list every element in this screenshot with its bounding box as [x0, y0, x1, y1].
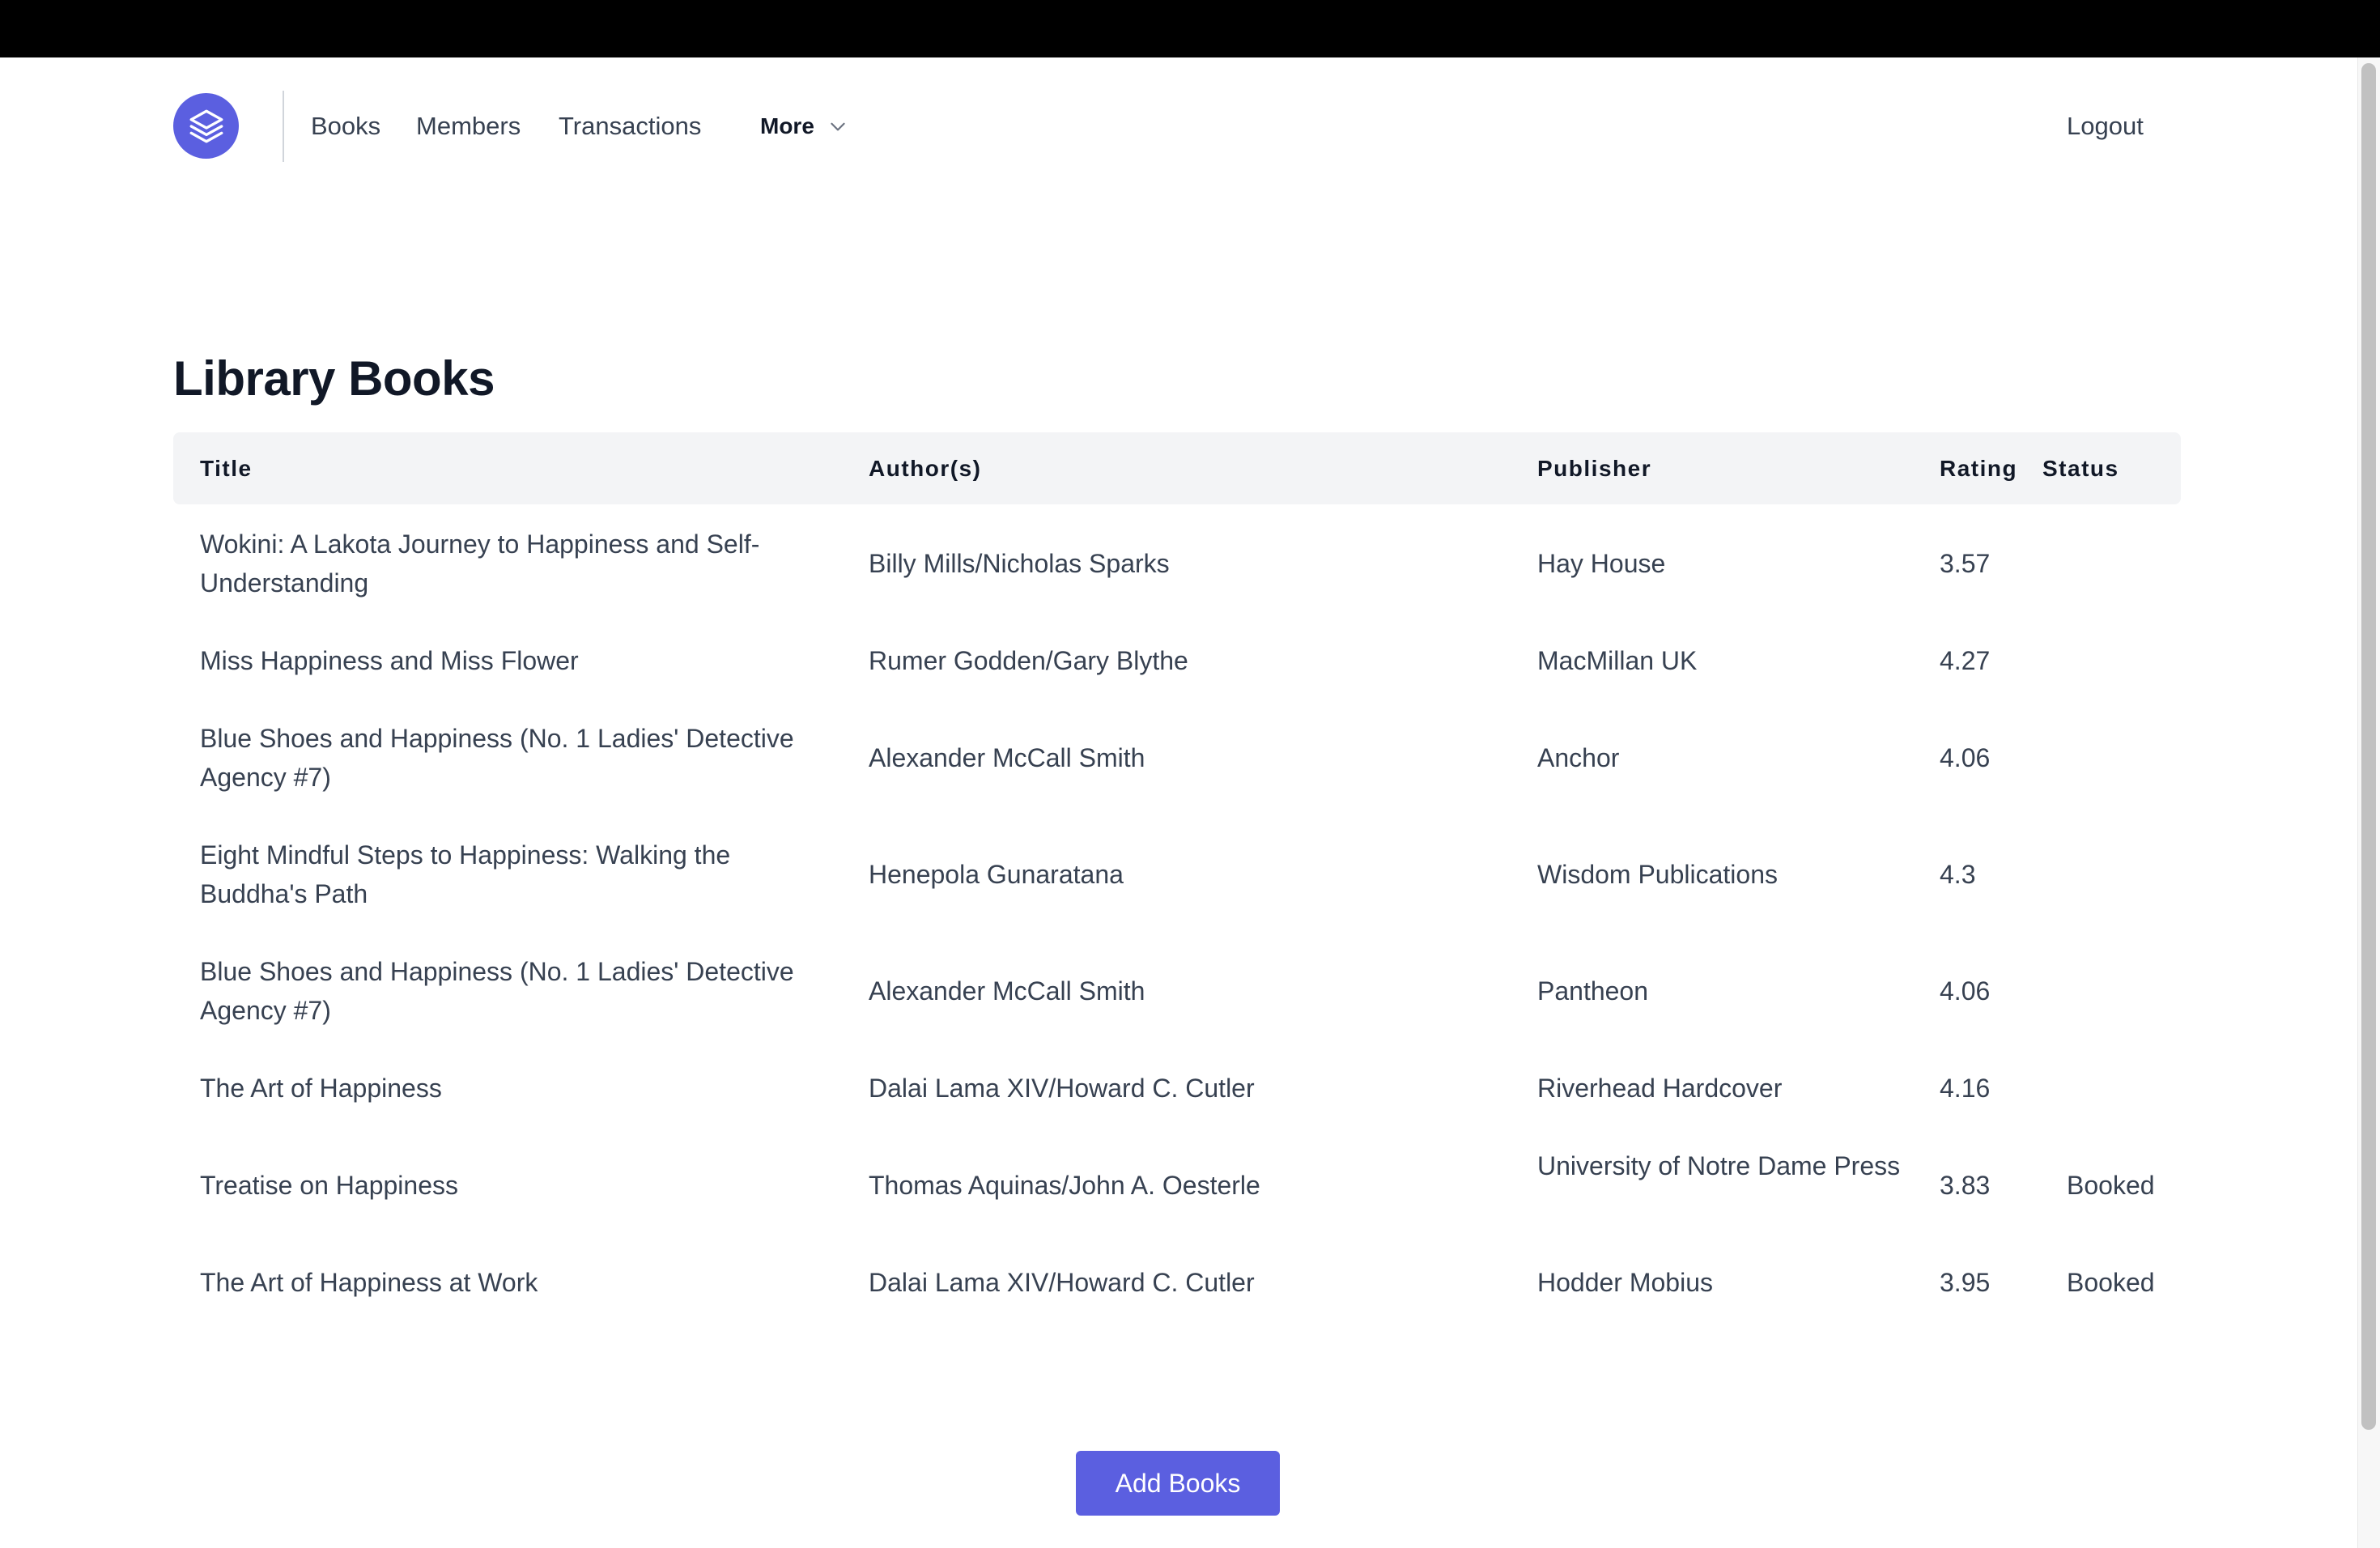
cell-title: The Art of Happiness at Work [200, 1268, 538, 1297]
nav-more-dropdown[interactable]: More [760, 110, 848, 142]
add-books-button[interactable]: Add Books [1076, 1451, 1280, 1516]
cell-publisher: Wisdom Publications [1537, 860, 1778, 889]
scrollbar-thumb[interactable] [2361, 63, 2376, 1430]
app-logo[interactable] [173, 93, 239, 159]
cell-publisher: MacMillan UK [1537, 646, 1698, 675]
cell-author: Alexander McCall Smith [869, 976, 1145, 1006]
window-top-bar [0, 0, 2380, 57]
layers-icon [189, 109, 223, 142]
cell-publisher: Hodder Mobius [1537, 1268, 1713, 1297]
cell-status: Booked [2067, 1268, 2155, 1297]
cell-title: Eight Mindful Steps to Happiness: Walkin… [200, 840, 731, 908]
cell-publisher: Hay House [1537, 549, 1666, 578]
cell-rating: 4.3 [1940, 860, 1976, 889]
cell-publisher: University of Notre Dame Press [1537, 1151, 1901, 1180]
column-header-status: Status [2042, 456, 2119, 481]
cell-rating: 4.06 [1940, 743, 1991, 772]
cell-rating: 4.16 [1940, 1074, 1991, 1103]
logout-link[interactable]: Logout [2067, 110, 2144, 142]
cell-rating: 3.83 [1940, 1171, 1991, 1200]
cell-author: Henepola Gunaratana [869, 860, 1124, 889]
cell-author: Dalai Lama XIV/Howard C. Cutler [869, 1268, 1255, 1297]
cell-rating: 3.95 [1940, 1268, 1991, 1297]
cell-author: Rumer Godden/Gary Blythe [869, 646, 1188, 675]
cell-title: Blue Shoes and Happiness (No. 1 Ladies' … [200, 957, 794, 1025]
nav-link-transactions[interactable]: Transactions [559, 110, 701, 142]
cell-title: Wokini: A Lakota Journey to Happiness an… [200, 529, 760, 598]
cell-rating: 4.27 [1940, 646, 1991, 675]
table-header [173, 432, 2181, 504]
chevron-down-icon [831, 122, 845, 131]
page-viewport [0, 57, 2357, 1548]
cell-title: Treatise on Happiness [200, 1171, 458, 1200]
column-header-title: Title [200, 456, 253, 481]
page-title: Library Books [173, 351, 495, 406]
cell-title: Miss Happiness and Miss Flower [200, 646, 579, 675]
cell-title: Blue Shoes and Happiness (No. 1 Ladies' … [200, 724, 794, 792]
cell-publisher: Anchor [1537, 743, 1620, 772]
cell-rating: 4.06 [1940, 976, 1991, 1006]
cell-status: Booked [2067, 1171, 2155, 1200]
nav-link-members[interactable]: Members [416, 110, 521, 142]
nav-more-label: More [760, 113, 814, 138]
column-header-author: Author(s) [869, 456, 982, 481]
nav-link-books[interactable]: Books [311, 110, 380, 142]
cell-publisher: Pantheon [1537, 976, 1649, 1006]
cell-title: The Art of Happiness [200, 1074, 442, 1103]
cell-author: Alexander McCall Smith [869, 743, 1145, 772]
nav-divider [283, 91, 284, 162]
cell-publisher: Riverhead Hardcover [1537, 1074, 1783, 1103]
column-header-rating: Rating [1940, 456, 2018, 481]
column-header-publisher: Publisher [1537, 456, 1652, 481]
cell-author: Billy Mills/Nicholas Sparks [869, 549, 1170, 578]
cell-rating: 3.57 [1940, 549, 1991, 578]
cell-author: Thomas Aquinas/John A. Oesterle [869, 1171, 1260, 1200]
cell-author: Dalai Lama XIV/Howard C. Cutler [869, 1074, 1255, 1103]
